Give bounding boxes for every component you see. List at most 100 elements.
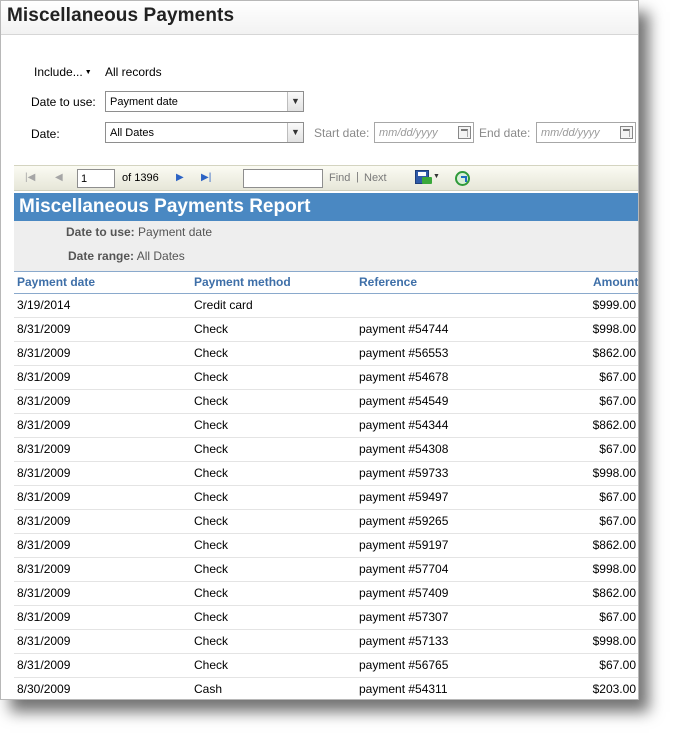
table-row: 8/31/2009 Check payment #59265 $67.00	[14, 510, 638, 534]
toolbar-separator: |	[356, 171, 359, 183]
reference-cell: payment #54311	[359, 682, 448, 696]
payment-date-cell: 8/31/2009	[17, 562, 71, 576]
title-bar: Miscellaneous Payments	[1, 1, 638, 35]
payment-method-cell: Check	[194, 490, 229, 504]
previous-page-icon[interactable]: ◀	[55, 172, 63, 183]
reference-cell: payment #59733	[359, 466, 449, 480]
amount-cell: $999.00	[592, 298, 636, 312]
table-row: 8/31/2009 Check payment #54308 $67.00	[14, 438, 638, 462]
payment-date-cell: 8/31/2009	[17, 610, 71, 624]
end-date-label: End date:	[479, 126, 531, 140]
amount-cell: $998.00	[592, 562, 636, 576]
report-date-to-use-label: Date to use:	[66, 225, 135, 239]
reference-cell: payment #59197	[359, 538, 449, 552]
payment-date-cell: 8/30/2009	[17, 682, 71, 696]
payment-method-cell: Check	[194, 346, 229, 360]
table-row: 8/31/2009 Check payment #57133 $998.00	[14, 630, 638, 654]
payment-date-cell: 8/31/2009	[17, 370, 71, 384]
amount-cell: $67.00	[599, 394, 636, 408]
table-row: 8/31/2009 Check payment #54549 $67.00	[14, 390, 638, 414]
amount-cell: $67.00	[599, 442, 636, 456]
report-toolbar: |◀ ◀ of 1396 ▶ ▶| Find | Next ▼	[14, 165, 638, 191]
start-date-placeholder: mm/dd/yyyy	[379, 127, 438, 139]
reference-cell: payment #54308	[359, 442, 449, 456]
amount-cell: $998.00	[592, 466, 636, 480]
payment-method-cell: Check	[194, 514, 229, 528]
amount-cell: $998.00	[592, 634, 636, 648]
date-label: Date:	[31, 127, 60, 141]
amount-cell: $862.00	[592, 586, 636, 600]
report-date-to-use: Date to use: Payment date	[66, 225, 212, 239]
find-next-button[interactable]: Next	[364, 172, 387, 184]
amount-cell: $67.00	[599, 514, 636, 528]
current-page-input[interactable]	[77, 169, 115, 188]
save-export-icon[interactable]	[415, 170, 432, 184]
payment-method-cell: Check	[194, 634, 229, 648]
payment-method-cell: Check	[194, 538, 229, 552]
last-page-icon[interactable]: ▶|	[201, 172, 211, 183]
payment-method-cell: Check	[194, 442, 229, 456]
reference-cell: payment #59497	[359, 490, 449, 504]
reference-cell: payment #57409	[359, 586, 449, 600]
first-page-icon[interactable]: |◀	[25, 172, 35, 183]
date-select[interactable]: All Dates ▼	[105, 122, 304, 143]
date-to-use-select[interactable]: Payment date ▼	[105, 91, 304, 112]
payment-date-cell: 8/31/2009	[17, 634, 71, 648]
reference-cell: payment #54678	[359, 370, 449, 384]
table-row: 8/31/2009 Check payment #56553 $862.00	[14, 342, 638, 366]
report-parameters: Date to use: Payment date Date range: Al…	[14, 221, 638, 271]
find-button[interactable]: Find	[329, 172, 350, 184]
payment-date-cell: 8/31/2009	[17, 490, 71, 504]
report-table-body: 3/19/2014 Credit card $999.00 8/31/2009 Chec…	[14, 294, 638, 699]
find-input[interactable]	[243, 169, 323, 188]
amount-cell: $203.00	[592, 682, 636, 696]
payment-method-cell: Check	[194, 418, 229, 432]
column-header-payment-date[interactable]: Payment date	[17, 275, 95, 289]
table-row: 8/31/2009 Check payment #57307 $67.00	[14, 606, 638, 630]
export-menu-arrow-icon[interactable]: ▼	[433, 173, 440, 180]
payment-method-cell: Credit card	[194, 298, 253, 312]
payment-date-cell: 8/31/2009	[17, 442, 71, 456]
end-date-input[interactable]: mm/dd/yyyy	[536, 122, 636, 143]
report-date-to-use-value: Payment date	[138, 225, 213, 239]
reference-cell: payment #56553	[359, 346, 449, 360]
amount-cell: $67.00	[599, 610, 636, 624]
reference-cell: payment #57307	[359, 610, 449, 624]
report-date-range: Date range: All Dates	[68, 249, 185, 263]
filter-panel: Include... ▼ All records Date to use: Pay…	[1, 35, 638, 163]
dropdown-arrow-icon[interactable]: ▼	[287, 123, 303, 142]
start-date-input[interactable]: mm/dd/yyyy	[374, 122, 474, 143]
payment-date-cell: 8/31/2009	[17, 538, 71, 552]
app-window: Miscellaneous Payments Include... ▼ All r…	[0, 0, 639, 700]
amount-cell: $862.00	[592, 346, 636, 360]
table-row: 8/30/2009 Cash payment #54311 $203.00	[14, 678, 638, 699]
column-header-amount[interactable]: Amount	[593, 275, 638, 289]
table-row: 8/31/2009 Check payment #59733 $998.00	[14, 462, 638, 486]
payment-method-cell: Check	[194, 322, 229, 336]
table-row: 8/31/2009 Check payment #54744 $998.00	[14, 318, 638, 342]
table-row: 8/31/2009 Check payment #57704 $998.00	[14, 558, 638, 582]
amount-cell: $67.00	[599, 370, 636, 384]
payment-method-cell: Check	[194, 466, 229, 480]
column-header-payment-method[interactable]: Payment method	[194, 275, 291, 289]
column-header-reference[interactable]: Reference	[359, 275, 417, 289]
payment-method-cell: Check	[194, 562, 229, 576]
table-row: 8/31/2009 Check payment #54344 $862.00	[14, 414, 638, 438]
include-menu[interactable]: Include... ▼	[34, 65, 92, 79]
payment-method-cell: Check	[194, 610, 229, 624]
payment-date-cell: 8/31/2009	[17, 658, 71, 672]
amount-cell: $862.00	[592, 418, 636, 432]
calendar-icon[interactable]	[458, 126, 471, 139]
amount-cell: $998.00	[592, 322, 636, 336]
next-page-icon[interactable]: ▶	[176, 172, 184, 183]
payment-method-cell: Check	[194, 658, 229, 672]
reference-cell: payment #57133	[359, 634, 449, 648]
calendar-icon[interactable]	[620, 126, 633, 139]
dropdown-arrow-icon[interactable]: ▼	[287, 92, 303, 111]
reference-cell: payment #59265	[359, 514, 449, 528]
payment-date-cell: 8/31/2009	[17, 322, 71, 336]
payment-date-cell: 8/31/2009	[17, 514, 71, 528]
payment-date-cell: 8/31/2009	[17, 586, 71, 600]
refresh-icon[interactable]	[455, 171, 470, 186]
payment-method-cell: Cash	[194, 682, 223, 696]
